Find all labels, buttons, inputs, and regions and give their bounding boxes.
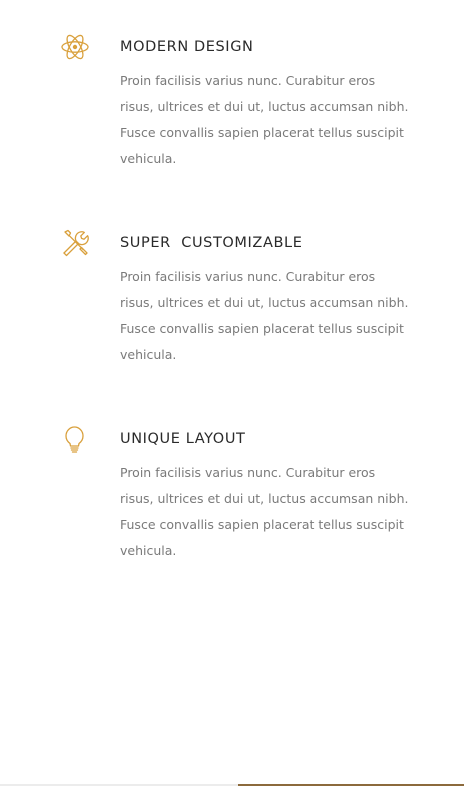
feature-description: Proin facilisis varius nunc. Curabitur e…: [120, 269, 409, 362]
atom-icon: [58, 30, 92, 64]
lightbulb-icon: [58, 422, 92, 456]
tools-icon: [58, 225, 92, 259]
feature-title: MODERN DESIGN: [120, 39, 254, 55]
feature-title: UNIQUE LAYOUT: [120, 431, 246, 447]
feature-description: Proin facilisis varius nunc. Curabitur e…: [120, 465, 409, 558]
feature-description: Proin facilisis varius nunc. Curabitur e…: [120, 73, 409, 166]
feature-title: SUPER CUSTOMIZABLE: [120, 235, 303, 251]
features-page: MODERN DESIGN Proin facilisis varius nun…: [0, 0, 464, 786]
